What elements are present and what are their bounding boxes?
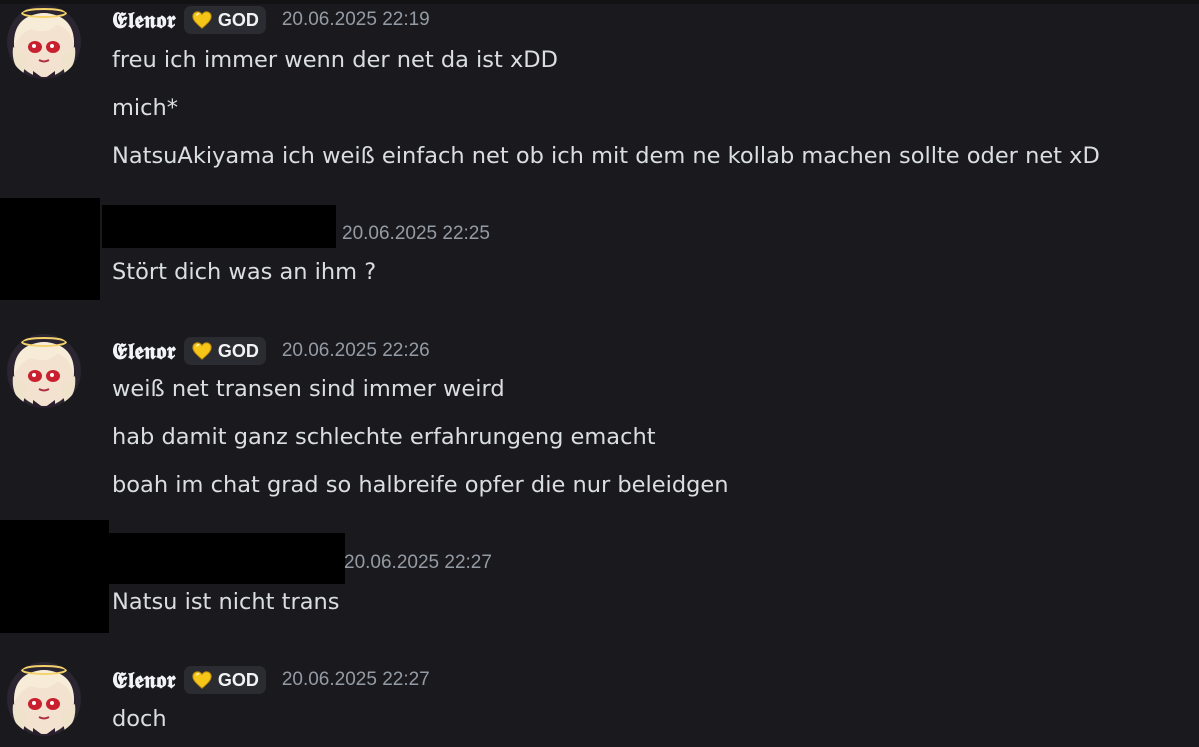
timestamp[interactable]: 20.06.2025 22:25 xyxy=(342,223,490,245)
timestamp[interactable]: 20.06.2025 22:26 xyxy=(282,340,430,362)
message-text: Natsu ist nicht trans xyxy=(112,589,340,615)
message-text: mich* xyxy=(112,95,179,121)
tag-label: GOD xyxy=(217,669,259,690)
message-text: doch xyxy=(112,706,167,732)
username[interactable]: 𝕰𝖑𝖊𝖓𝖔𝖗 xyxy=(112,7,176,34)
message-header: 𝕰𝖑𝖊𝖓𝖔𝖗 GOD 20.06.2025 22:26 xyxy=(112,336,430,366)
timestamp[interactable]: 20.06.2025 22:19 xyxy=(282,9,430,31)
role-tag[interactable]: GOD xyxy=(183,666,266,694)
tag-label: GOD xyxy=(217,9,259,30)
message-text: weiß net transen sind immer weird xyxy=(112,376,505,402)
message-header: 𝕰𝖑𝖊𝖓𝖔𝖗 GOD 20.06.2025 22:27 xyxy=(112,665,430,695)
tag-label: GOD xyxy=(217,340,259,361)
username[interactable]: 𝕰𝖑𝖊𝖓𝖔𝖗 xyxy=(112,667,176,694)
message-text: freu ich immer wenn der net da ist xDD xyxy=(112,47,558,73)
message-header: 20.06.2025 22:25 xyxy=(326,219,490,249)
timestamp[interactable]: 20.06.2025 22:27 xyxy=(282,669,430,691)
role-tag[interactable]: GOD xyxy=(183,337,266,365)
top-divider xyxy=(0,0,1199,4)
message-text: boah im chat grad so halbreife opfer die… xyxy=(112,472,729,498)
redacted-avatar xyxy=(0,520,109,633)
gold-heart-icon xyxy=(191,669,213,691)
message-text: NatsuAkiyama ich weiß einfach net ob ich… xyxy=(112,143,1100,169)
role-tag[interactable]: GOD xyxy=(183,6,266,34)
message-text: hab damit ganz schlechte erfahrungeng em… xyxy=(112,424,656,450)
gold-heart-icon xyxy=(191,9,213,31)
gold-heart-icon xyxy=(191,340,213,362)
redacted-username xyxy=(102,205,336,248)
user-avatar[interactable] xyxy=(7,334,81,408)
user-avatar[interactable] xyxy=(7,662,81,736)
message-header: 20.06.2025 22:27 xyxy=(328,548,492,578)
message-text: Stört dich was an ihm ? xyxy=(112,259,377,285)
redacted-avatar xyxy=(0,198,100,300)
timestamp[interactable]: 20.06.2025 22:27 xyxy=(344,552,492,574)
user-avatar[interactable] xyxy=(7,5,81,79)
message-header: 𝕰𝖑𝖊𝖓𝖔𝖗 GOD 20.06.2025 22:19 xyxy=(112,5,430,35)
redacted-username xyxy=(109,533,345,584)
username[interactable]: 𝕰𝖑𝖊𝖓𝖔𝖗 xyxy=(112,338,176,365)
